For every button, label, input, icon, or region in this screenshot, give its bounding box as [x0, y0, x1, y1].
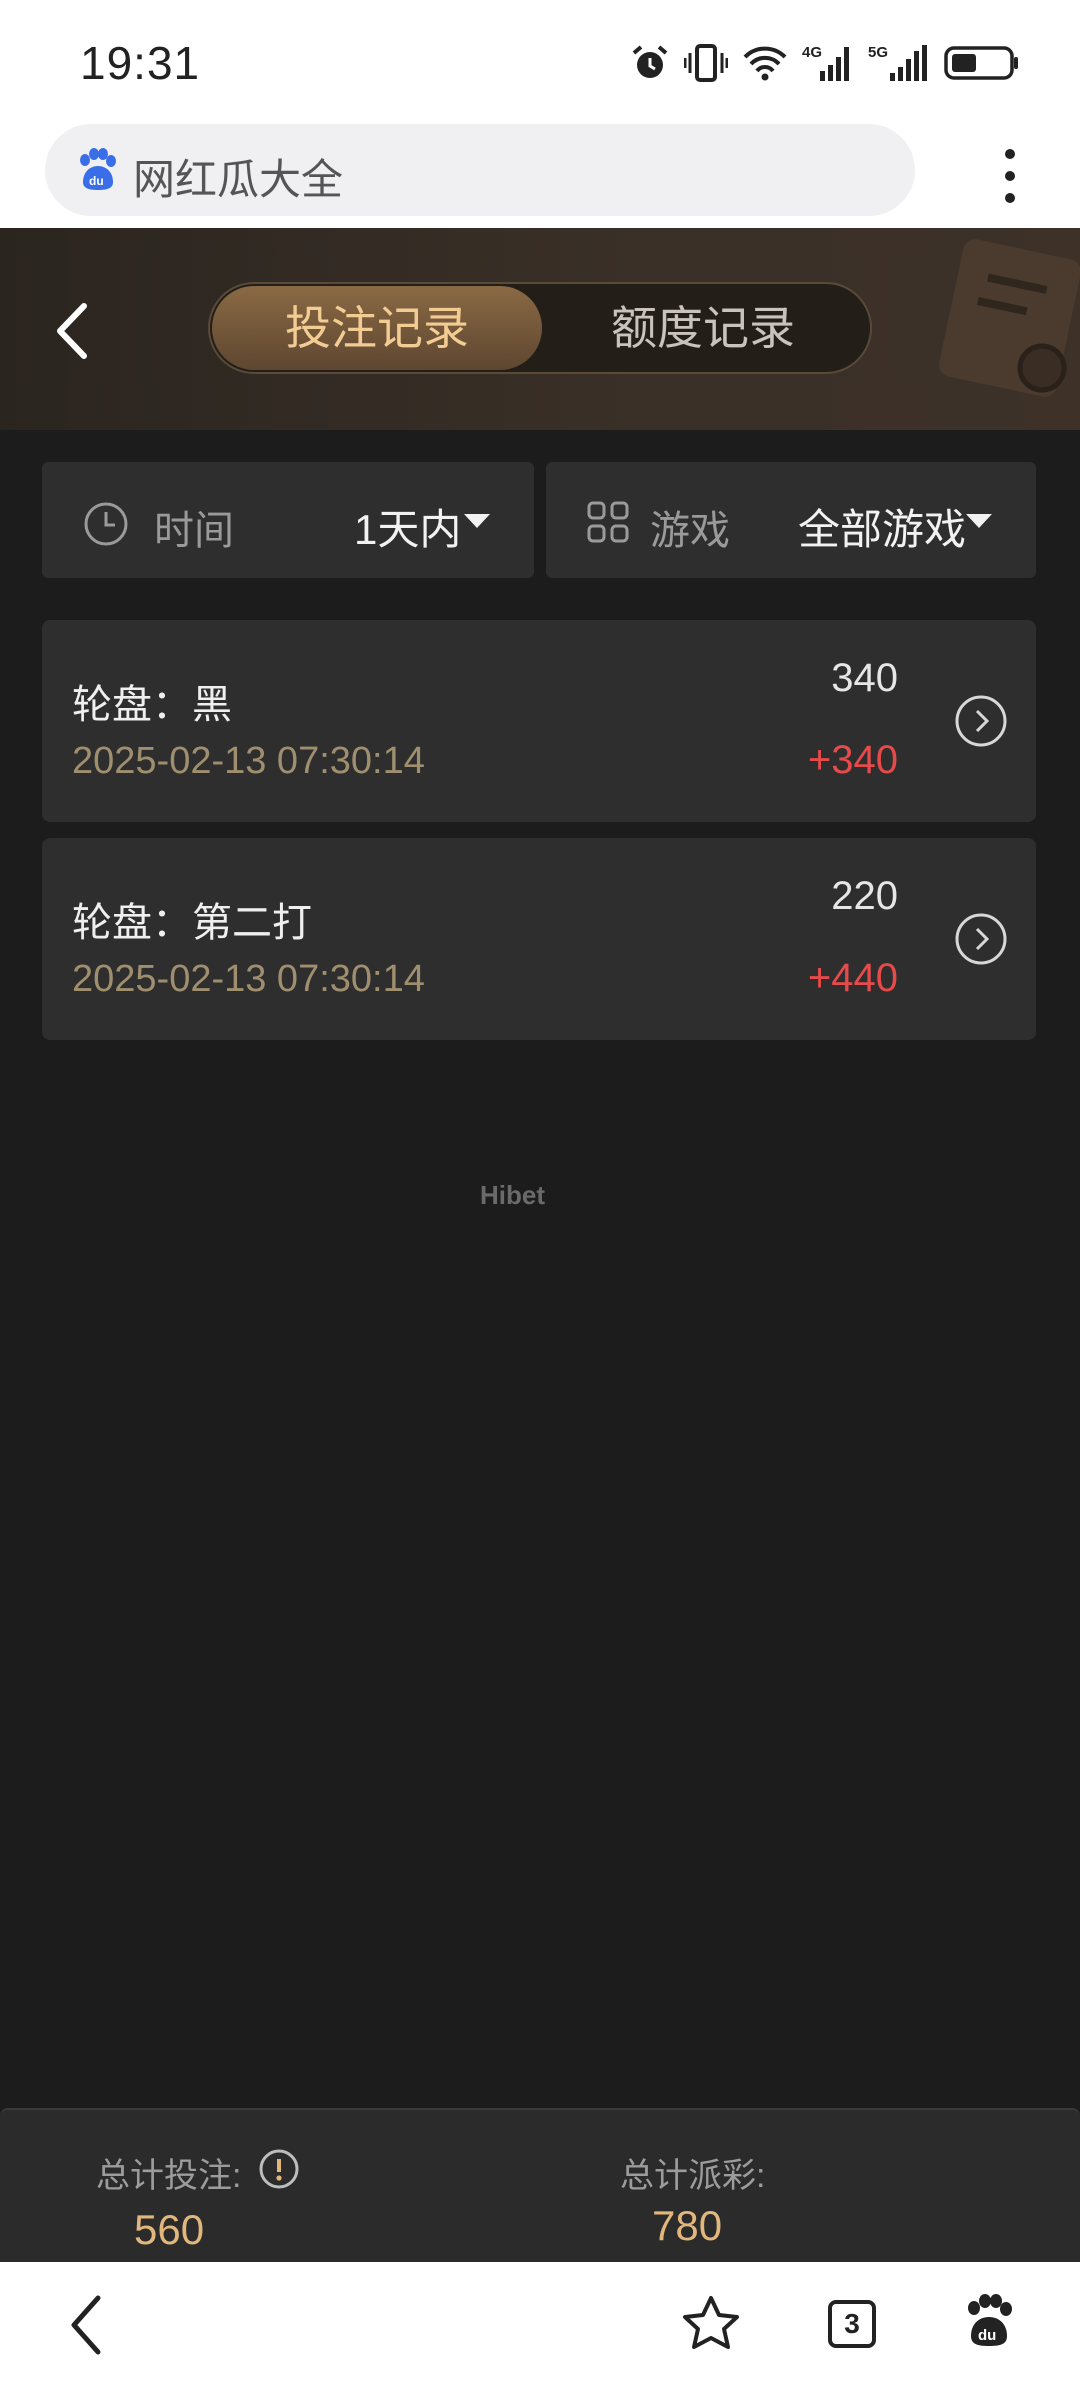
- list-item[interactable]: 轮盘：黑 2025-02-13 07:30:14 340 +340: [42, 620, 1036, 822]
- svg-text:du: du: [978, 2327, 996, 2344]
- star-icon[interactable]: [680, 2294, 742, 2356]
- chevron-right-circle-icon[interactable]: [954, 694, 1008, 748]
- game-filter-label: 游戏: [650, 509, 730, 553]
- back-icon[interactable]: [66, 2294, 106, 2356]
- back-arrow-icon[interactable]: [50, 300, 94, 362]
- chevron-down-icon: [464, 514, 490, 528]
- total-payout-value: 780: [652, 2202, 723, 2249]
- chevron-down-icon: [966, 514, 992, 528]
- grid-icon: [587, 501, 629, 543]
- record-time: 2025-02-13 07:30:14: [72, 958, 425, 1000]
- url-text: 网红瓜大全: [133, 156, 344, 203]
- time-filter-value: 1天内: [354, 506, 462, 553]
- game-filter-value: 全部游戏: [798, 506, 967, 553]
- address-bar[interactable]: du 网红瓜大全: [45, 124, 915, 216]
- record-time: 2025-02-13 07:30:14: [72, 740, 425, 782]
- signal-5g-icon: 5G: [868, 44, 927, 81]
- signal-4g-icon: 4G: [802, 44, 849, 81]
- more-vert-icon[interactable]: [990, 146, 1030, 206]
- summary-bar: 总计投注: 560 总计派彩: 780: [0, 2108, 1080, 2264]
- watermark-logo: Hibet: [480, 1180, 545, 1210]
- clock-icon: [84, 502, 128, 546]
- record-win-amount: +340: [807, 738, 898, 782]
- document-decoration-icon: [938, 239, 1080, 397]
- record-title: 轮盘：黑: [72, 683, 232, 727]
- status-bar: 19:31 4G 5G: [0, 0, 1080, 120]
- vibrate-icon: [684, 44, 728, 82]
- tab-bet-records[interactable]: 投注记录: [212, 286, 542, 370]
- browser-bar: du 网红瓜大全: [0, 120, 1080, 228]
- tab-credit-records[interactable]: 额度记录: [538, 286, 868, 370]
- total-bet-label: 总计投注:: [96, 2157, 242, 2195]
- status-icons: 4G 5G: [630, 38, 1020, 88]
- record-bet-amount: 220: [831, 874, 898, 918]
- page-header: 投注记录 额度记录: [0, 228, 1080, 430]
- list-item[interactable]: 轮盘：第二打 2025-02-13 07:30:14 220 +440: [42, 838, 1036, 1040]
- battery-icon: [944, 46, 1018, 80]
- info-icon[interactable]: [258, 2148, 300, 2190]
- alarm-icon: [632, 45, 668, 78]
- baidu-paw-icon[interactable]: du: [962, 2294, 1016, 2350]
- time-filter-label: 时间: [154, 509, 234, 553]
- browser-bottom-nav: 3 du: [0, 2262, 1080, 2388]
- wifi-icon: [743, 46, 787, 81]
- chevron-right-circle-icon[interactable]: [954, 912, 1008, 966]
- record-title: 轮盘：第二打: [72, 901, 312, 945]
- baidu-paw-icon: du: [80, 148, 116, 190]
- status-time: 19:31: [80, 37, 201, 89]
- svg-text:du: du: [89, 174, 104, 188]
- record-win-amount: +440: [807, 956, 898, 1000]
- total-payout-label: 总计派彩:: [620, 2157, 766, 2195]
- total-bet-value: 560: [134, 2206, 205, 2253]
- svg-text:5G: 5G: [868, 44, 888, 61]
- record-tabs: 投注记录 额度记录: [208, 282, 872, 374]
- tabs-count-button[interactable]: 3: [828, 2300, 876, 2348]
- time-filter[interactable]: 时间 1天内: [42, 462, 534, 578]
- game-filter[interactable]: 游戏 全部游戏: [546, 462, 1036, 578]
- record-bet-amount: 340: [831, 656, 898, 700]
- svg-text:4G: 4G: [802, 44, 822, 61]
